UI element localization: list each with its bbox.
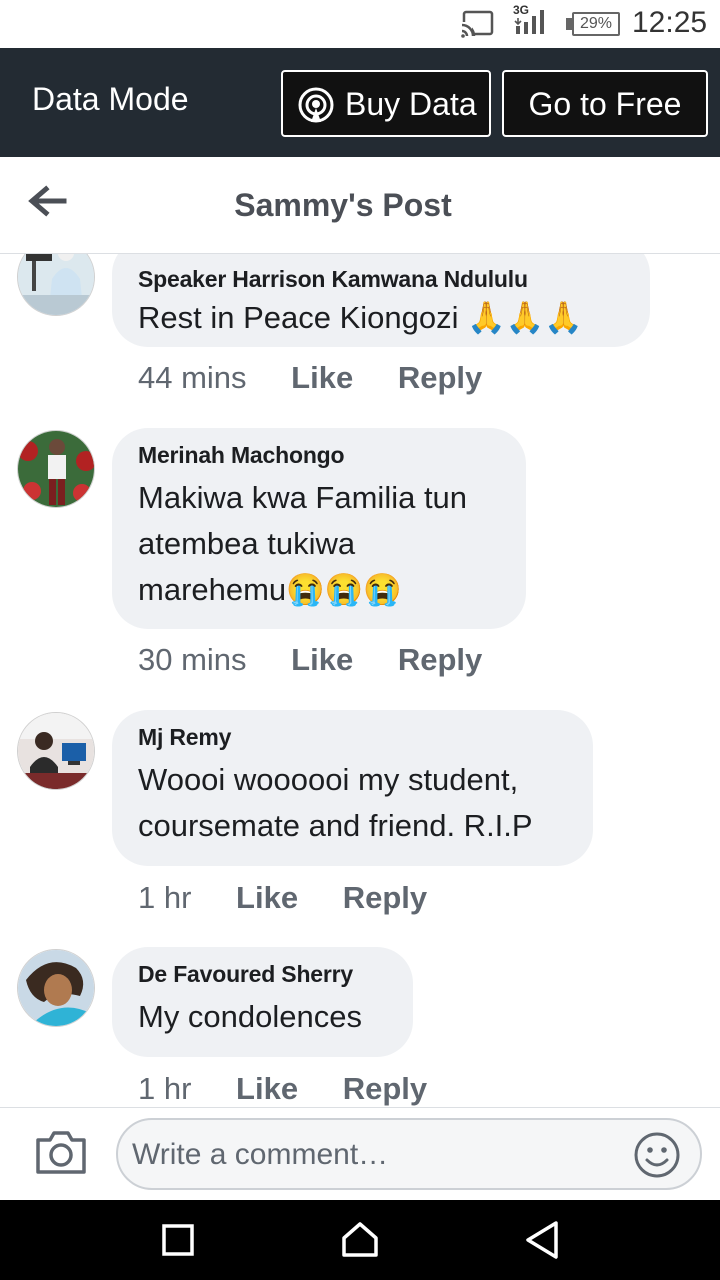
home-icon[interactable] — [340, 1220, 380, 1258]
buy-data-button[interactable]: Buy Data — [281, 70, 491, 137]
broadcast-icon — [298, 87, 334, 123]
comment-text-line: Makiwa kwa Familia tun — [138, 480, 468, 515]
avatar-image — [18, 713, 94, 789]
page-title: Sammy's Post — [234, 187, 452, 223]
comment-compose-bar: Write a comment… — [0, 1107, 720, 1200]
comment-meta: 1 hr Like Reply — [138, 1071, 463, 1107]
avatar-image — [18, 950, 94, 1026]
data-mode-label: Data Mode — [32, 81, 189, 117]
comment-placeholder: Write a comment… — [132, 1138, 389, 1171]
comment-list[interactable]: Speaker Harrison Kamwana Ndululu Rest in… — [0, 254, 720, 1107]
like-button[interactable]: Like — [236, 880, 298, 916]
like-button[interactable]: Like — [236, 1071, 298, 1107]
comment-text: Rest in Peace Kiongozi 🙏🙏🙏 — [138, 300, 583, 335]
comment-bubble[interactable]: Mj Remy Woooi woooooi my student, course… — [112, 710, 593, 866]
comment-text-line: marehemu😭😭😭 — [138, 572, 402, 607]
reply-button[interactable]: Reply — [398, 642, 482, 678]
buy-data-label: Buy Data — [345, 86, 477, 122]
cast-icon — [460, 10, 494, 38]
comment-text-line: Woooi woooooi my student, — [138, 762, 519, 797]
go-to-free-label: Go to Free — [528, 86, 682, 122]
avatar[interactable] — [17, 254, 95, 316]
comment-author[interactable]: De Favoured Sherry — [138, 961, 387, 988]
avatar-image — [18, 254, 94, 315]
go-to-free-button[interactable]: Go to Free — [502, 70, 708, 137]
smiley-icon[interactable] — [632, 1130, 682, 1180]
comment-input[interactable]: Write a comment… — [116, 1118, 702, 1190]
triangle-back-icon[interactable] — [524, 1220, 560, 1260]
avatar[interactable] — [17, 949, 95, 1027]
data-mode-bar: Data Mode Buy Data Go to Free — [0, 48, 720, 157]
comment-author[interactable]: Speaker Harrison Kamwana Ndululu — [138, 266, 624, 293]
like-button[interactable]: Like — [291, 642, 353, 678]
comment-text: My condolences — [138, 999, 363, 1034]
comment-author[interactable]: Mj Remy — [138, 724, 567, 751]
reply-button[interactable]: Reply — [343, 1071, 427, 1107]
clock: 12:25 — [632, 6, 708, 39]
comment-text-line: atembea tukiwa — [138, 526, 356, 561]
comment-bubble[interactable]: Speaker Harrison Kamwana Ndululu Rest in… — [112, 254, 650, 347]
camera-icon[interactable] — [34, 1128, 88, 1178]
comment-meta: 1 hr Like Reply — [138, 880, 463, 916]
square-icon[interactable] — [162, 1224, 194, 1256]
avatar[interactable] — [17, 430, 95, 508]
comment-time: 30 mins — [138, 642, 247, 677]
reply-button[interactable]: Reply — [343, 880, 427, 916]
comment-bubble[interactable]: De Favoured Sherry My condolences — [112, 947, 413, 1057]
reply-button[interactable]: Reply — [398, 360, 482, 396]
battery-icon: 29% — [572, 12, 620, 36]
signal-icon — [514, 10, 544, 34]
comment-author[interactable]: Merinah Machongo — [138, 442, 500, 469]
comment-meta: 44 mins Like Reply — [138, 360, 518, 396]
battery-level: 29% — [579, 15, 613, 32]
comment-bubble[interactable]: Merinah Machongo Makiwa kwa Familia tun … — [112, 428, 526, 629]
like-button[interactable]: Like — [291, 360, 353, 396]
app-screen: 3G 29% 12:25 Data Mode Buy Data Go to Fr… — [0, 0, 720, 1280]
status-bar: 3G 29% 12:25 — [0, 0, 720, 48]
system-nav-bar — [0, 1200, 720, 1280]
comment-time: 1 hr — [138, 1071, 192, 1106]
avatar-image — [18, 431, 94, 507]
post-header: Sammy's Post — [0, 157, 720, 254]
comment-text-line: coursemate and friend. R.I.P — [138, 808, 533, 843]
comment-time: 44 mins — [138, 360, 247, 395]
avatar[interactable] — [17, 712, 95, 790]
comment-meta: 30 mins Like Reply — [138, 642, 518, 678]
comment-time: 1 hr — [138, 880, 192, 915]
